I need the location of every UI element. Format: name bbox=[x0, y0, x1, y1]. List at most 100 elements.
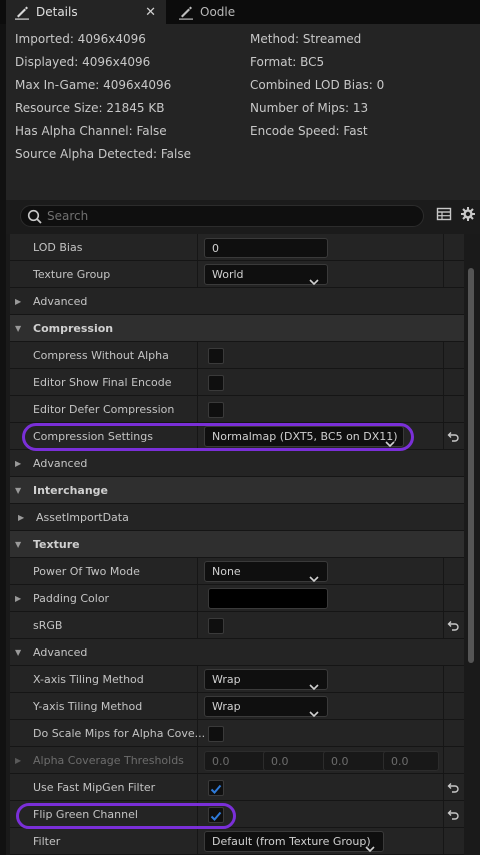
flip-green-channel-checkbox[interactable] bbox=[208, 807, 224, 823]
row-x-axis-tiling: X-axis Tiling Method Wrap bbox=[10, 666, 464, 693]
label-texture-group: Texture Group bbox=[33, 268, 111, 281]
row-flip-green-channel: Flip Green Channel bbox=[10, 801, 464, 828]
collapse-arrow-icon[interactable]: ▼ bbox=[15, 486, 21, 495]
row-alpha-coverage: ▶ Alpha Coverage Thresholds 0.0 0.0 0.0 … bbox=[10, 747, 464, 774]
reset-to-default-icon[interactable] bbox=[446, 429, 460, 448]
info-num-mips: Number of Mips: 13 bbox=[250, 101, 369, 115]
row-power-of-two-mode: Power Of Two Mode None bbox=[10, 558, 464, 585]
tab-details-label: Details bbox=[36, 5, 78, 19]
lod-bias-value: 0 bbox=[212, 242, 219, 255]
collapse-arrow-icon[interactable]: ▼ bbox=[15, 540, 21, 549]
label-fast-mipgen: Use Fast MipGen Filter bbox=[33, 781, 156, 794]
do-scale-mips-checkbox[interactable] bbox=[208, 726, 224, 742]
power-of-two-mode-dropdown[interactable]: None bbox=[204, 561, 328, 583]
info-encode-speed: Encode Speed: Fast bbox=[250, 124, 368, 138]
alpha-coverage-w: 0.0 bbox=[383, 751, 439, 771]
label-asset-import-data: AssetImportData bbox=[36, 511, 129, 524]
table-view-icon[interactable] bbox=[436, 206, 452, 226]
close-icon[interactable]: ✕ bbox=[145, 5, 156, 20]
info-format: Format: BC5 bbox=[250, 55, 325, 69]
fast-mipgen-checkbox[interactable] bbox=[208, 780, 224, 796]
chevron-down-icon bbox=[365, 838, 375, 855]
tab-bar: Details ✕ Oodle bbox=[0, 0, 480, 24]
row-srgb: sRGB bbox=[10, 612, 464, 639]
scrollbar-thumb[interactable] bbox=[468, 268, 474, 663]
reset-to-default-icon[interactable] bbox=[446, 780, 460, 799]
row-texture-group: Texture Group World bbox=[10, 261, 464, 288]
label-compress-without-alpha: Compress Without Alpha bbox=[33, 349, 169, 362]
label-y-axis-tiling: Y-axis Tiling Method bbox=[33, 700, 143, 713]
category-interchange[interactable]: ▼ Interchange bbox=[10, 477, 464, 504]
row-advanced-3[interactable]: ▼ Advanced bbox=[10, 639, 464, 666]
texture-group-dropdown[interactable]: World bbox=[204, 264, 328, 286]
info-imported: Imported: 4096x4096 bbox=[15, 32, 146, 46]
srgb-checkbox[interactable] bbox=[208, 618, 224, 634]
label-advanced-2: Advanced bbox=[33, 457, 88, 470]
label-flip-green-channel: Flip Green Channel bbox=[33, 808, 138, 821]
search-icon bbox=[27, 209, 43, 229]
expand-arrow-icon[interactable]: ▶ bbox=[15, 459, 21, 468]
expand-arrow-icon[interactable]: ▶ bbox=[15, 594, 21, 603]
compression-settings-dropdown[interactable]: Normalmap (DXT5, BC5 on DX11) bbox=[204, 426, 404, 448]
tab-details[interactable]: Details ✕ bbox=[6, 0, 166, 24]
search-input[interactable]: Search bbox=[20, 205, 424, 227]
row-y-axis-tiling: Y-axis Tiling Method Wrap bbox=[10, 693, 464, 720]
reset-to-default-icon[interactable] bbox=[446, 807, 460, 826]
info-method: Method: Streamed bbox=[250, 32, 362, 46]
filter-value: Default (from Texture Group) bbox=[212, 835, 371, 848]
label-compression-settings: Compression Settings bbox=[33, 430, 153, 443]
label-srgb: sRGB bbox=[33, 619, 63, 632]
details-toolbar: Search bbox=[6, 200, 480, 234]
search-placeholder: Search bbox=[47, 209, 89, 223]
filter-dropdown[interactable]: Default (from Texture Group) bbox=[204, 831, 384, 855]
row-advanced-2[interactable]: ▶ Advanced bbox=[10, 450, 464, 477]
padding-color-swatch[interactable] bbox=[208, 588, 328, 609]
category-compression[interactable]: ▼ Compression bbox=[10, 315, 464, 342]
y-axis-tiling-dropdown[interactable]: Wrap bbox=[204, 696, 328, 718]
x-axis-tiling-value: Wrap bbox=[212, 673, 241, 686]
row-do-scale-mips: Do Scale Mips for Alpha Cove... bbox=[10, 720, 464, 747]
info-lod-bias: Combined LOD Bias: 0 bbox=[250, 78, 385, 92]
y-axis-tiling-value: Wrap bbox=[212, 700, 241, 713]
label-x-axis-tiling: X-axis Tiling Method bbox=[33, 673, 144, 686]
row-editor-show-final-encode: Editor Show Final Encode bbox=[10, 369, 464, 396]
tab-oodle[interactable]: Oodle bbox=[170, 0, 310, 24]
row-compress-without-alpha: Compress Without Alpha bbox=[10, 342, 464, 369]
details-property-grid: LOD Bias 0 Texture Group World ▶ Advance… bbox=[6, 234, 480, 855]
info-max-in-game: Max In-Game: 4096x4096 bbox=[15, 78, 172, 92]
expand-arrow-icon[interactable]: ▶ bbox=[18, 513, 24, 522]
info-source-alpha: Source Alpha Detected: False bbox=[15, 147, 191, 161]
label-filter: Filter bbox=[33, 835, 61, 848]
row-asset-import-data[interactable]: ▶ AssetImportData bbox=[10, 504, 464, 531]
editor-show-final-encode-checkbox[interactable] bbox=[208, 375, 224, 391]
expand-arrow-icon[interactable]: ▶ bbox=[15, 756, 21, 765]
editor-defer-compression-checkbox[interactable] bbox=[208, 402, 224, 418]
pencil-icon bbox=[14, 4, 30, 20]
label-advanced-3: Advanced bbox=[33, 646, 88, 659]
info-resource-size: Resource Size: 21845 KB bbox=[15, 101, 165, 115]
x-axis-tiling-dropdown[interactable]: Wrap bbox=[204, 669, 328, 691]
row-advanced-1[interactable]: ▶ Advanced bbox=[10, 288, 464, 315]
power-of-two-mode-value: None bbox=[212, 565, 241, 578]
label-texture: Texture bbox=[33, 538, 80, 551]
row-fast-mipgen: Use Fast MipGen Filter bbox=[10, 774, 464, 801]
label-power-of-two-mode: Power Of Two Mode bbox=[33, 565, 140, 578]
info-has-alpha: Has Alpha Channel: False bbox=[15, 124, 167, 138]
label-lod-bias: LOD Bias bbox=[33, 241, 83, 254]
settings-gear-icon[interactable] bbox=[460, 206, 476, 226]
texture-info-panel: Imported: 4096x4096 Displayed: 4096x4096… bbox=[6, 24, 480, 200]
compress-without-alpha-checkbox[interactable] bbox=[208, 348, 224, 364]
row-editor-defer-compression: Editor Defer Compression bbox=[10, 396, 464, 423]
collapse-arrow-icon[interactable]: ▼ bbox=[15, 324, 21, 333]
label-editor-defer-compression: Editor Defer Compression bbox=[33, 403, 175, 416]
label-interchange: Interchange bbox=[33, 484, 109, 497]
lod-bias-input[interactable]: 0 bbox=[204, 238, 328, 258]
pencil-icon bbox=[178, 4, 194, 20]
reset-to-default-icon[interactable] bbox=[446, 618, 460, 637]
label-editor-show-final-encode: Editor Show Final Encode bbox=[33, 376, 172, 389]
expand-arrow-icon[interactable]: ▶ bbox=[15, 297, 21, 306]
compression-settings-value: Normalmap (DXT5, BC5 on DX11) bbox=[212, 430, 398, 443]
label-alpha-coverage: Alpha Coverage Thresholds bbox=[33, 754, 184, 767]
collapse-arrow-icon[interactable]: ▼ bbox=[15, 648, 21, 657]
category-texture[interactable]: ▼ Texture bbox=[10, 531, 464, 558]
